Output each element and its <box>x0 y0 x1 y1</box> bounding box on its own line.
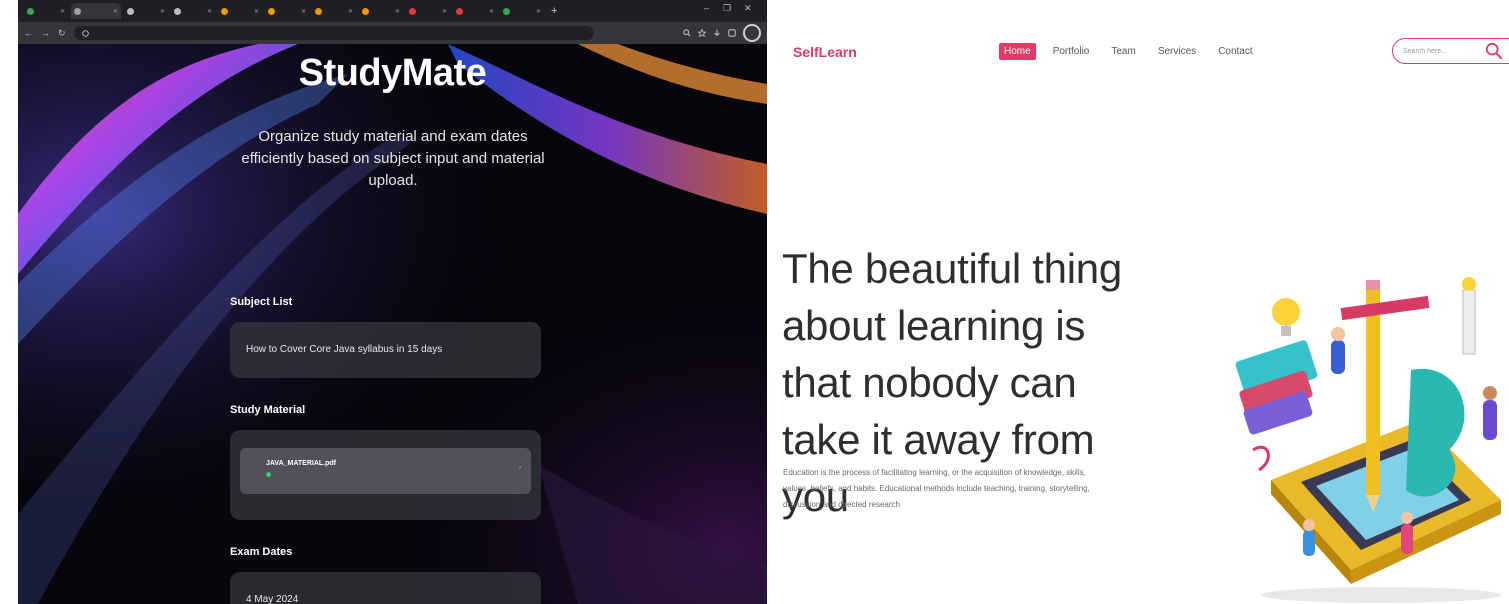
browser-tab[interactable]: ✕ <box>24 3 68 19</box>
browser-tab[interactable]: ✕ <box>500 3 544 19</box>
nav-home[interactable]: Home <box>999 43 1036 60</box>
tab-close-icon[interactable]: ✕ <box>395 8 400 15</box>
tab-close-icon[interactable]: ✕ <box>60 8 65 15</box>
nav-services[interactable]: Services <box>1153 43 1201 60</box>
study-material-upload[interactable]: JAVA_MATERIAL.pdf › <box>230 430 541 520</box>
reload-icon[interactable]: ↻ <box>58 28 66 39</box>
tab-close-icon[interactable]: ✕ <box>348 8 353 15</box>
restore-icon[interactable]: ❐ <box>723 3 731 14</box>
browser-toolbar: ← → ↻ <box>18 22 767 44</box>
bookmark-star-icon[interactable] <box>698 29 706 37</box>
browser-tab[interactable]: ✕ <box>124 3 168 19</box>
profile-avatar[interactable] <box>743 24 761 42</box>
tab-favicon-icon <box>174 7 181 15</box>
close-window-icon[interactable]: ✕ <box>744 3 752 14</box>
upload-status <box>266 472 273 477</box>
subject-input[interactable]: How to Cover Core Java syllabus in 15 da… <box>230 322 541 378</box>
tab-favicon-icon <box>27 7 34 15</box>
brand-logo[interactable]: SelfLearn <box>793 44 857 60</box>
nav-portfolio[interactable]: Portfolio <box>1048 43 1095 60</box>
tab-favicon-icon <box>409 7 416 15</box>
subject-input-value: How to Cover Core Java syllabus in 15 da… <box>246 344 443 355</box>
forward-arrow-icon[interactable]: → <box>41 28 50 38</box>
browser-tab[interactable]: ✕ <box>406 3 450 19</box>
exam-dates-label: Exam Dates <box>230 546 293 558</box>
search-box <box>1392 38 1509 64</box>
learning-illustration <box>1235 277 1501 603</box>
tab-close-icon[interactable]: ✕ <box>301 8 306 15</box>
chevron-right-icon[interactable]: › <box>519 465 521 471</box>
tab-favicon-icon <box>221 7 228 15</box>
app-title: StudyMate <box>298 52 487 94</box>
tab-favicon-icon <box>127 7 134 15</box>
browser-tab-active[interactable]: ✕ <box>71 3 121 19</box>
studymate-browser-screenshot: ✕ ✕ ✕ ✕ ✕ ✕ ✕ ✕ ✕ ✕ ✕ + – ❐ ✕ ← → ↻ Stud… <box>18 0 767 604</box>
browser-tab[interactable]: ✕ <box>265 3 309 19</box>
tab-close-icon[interactable]: ✕ <box>113 8 118 15</box>
tab-favicon-icon <box>74 7 81 15</box>
tab-close-icon[interactable]: ✕ <box>442 8 447 15</box>
address-bar[interactable] <box>73 26 594 40</box>
tab-favicon-icon <box>503 7 510 15</box>
exam-date-value: 4 May 2024 <box>246 594 299 604</box>
main-navigation: Home Portfolio Team Services Contact <box>999 43 1258 60</box>
tab-favicon-icon <box>362 7 369 15</box>
zoom-icon[interactable] <box>683 29 691 37</box>
new-tab-button[interactable]: + <box>551 5 557 17</box>
hero-description: Education is the process of facilitating… <box>783 468 1090 509</box>
study-material-label: Study Material <box>230 404 306 416</box>
download-icon[interactable] <box>713 29 721 37</box>
nav-contact[interactable]: Contact <box>1213 43 1257 60</box>
uploaded-file-card[interactable]: JAVA_MATERIAL.pdf › <box>240 448 531 494</box>
subject-list-label: Subject List <box>230 296 293 308</box>
minimize-icon[interactable]: – <box>704 3 709 13</box>
tab-favicon-icon <box>268 7 275 15</box>
uploaded-file-name: JAVA_MATERIAL.pdf <box>266 460 336 467</box>
app-description: Organize study material and exam dates e… <box>241 128 545 189</box>
browser-tab-strip: ✕ ✕ ✕ ✕ ✕ ✕ ✕ ✕ ✕ ✕ ✕ + – ❐ ✕ <box>18 0 767 22</box>
tab-close-icon[interactable]: ✕ <box>207 8 212 15</box>
tab-close-icon[interactable]: ✕ <box>536 8 541 15</box>
tab-favicon-icon <box>456 7 463 15</box>
site-info-icon[interactable] <box>81 29 89 37</box>
tab-close-icon[interactable]: ✕ <box>160 8 165 15</box>
tab-favicon-icon <box>315 7 322 15</box>
browser-tab[interactable]: ✕ <box>453 3 497 19</box>
back-arrow-icon[interactable]: ← <box>24 28 33 38</box>
nav-team[interactable]: Team <box>1106 43 1140 60</box>
browser-tab[interactable]: ✕ <box>218 3 262 19</box>
tab-close-icon[interactable]: ✕ <box>489 8 494 15</box>
check-circle-icon <box>266 472 271 477</box>
exam-date-input[interactable]: 4 May 2024 <box>230 572 541 604</box>
search-input[interactable] <box>1403 47 1473 55</box>
tab-close-icon[interactable]: ✕ <box>254 8 259 15</box>
browser-tab[interactable]: ✕ <box>171 3 215 19</box>
extensions-icon[interactable] <box>728 29 736 37</box>
browser-tab[interactable]: ✕ <box>312 3 356 19</box>
search-icon[interactable] <box>1485 42 1503 60</box>
studymate-page: StudyMate Organize study material and ex… <box>18 44 767 604</box>
browser-tab[interactable]: ✕ <box>359 3 403 19</box>
selflearn-landing-page: SelfLearn Home Portfolio Team Services C… <box>767 0 1509 604</box>
